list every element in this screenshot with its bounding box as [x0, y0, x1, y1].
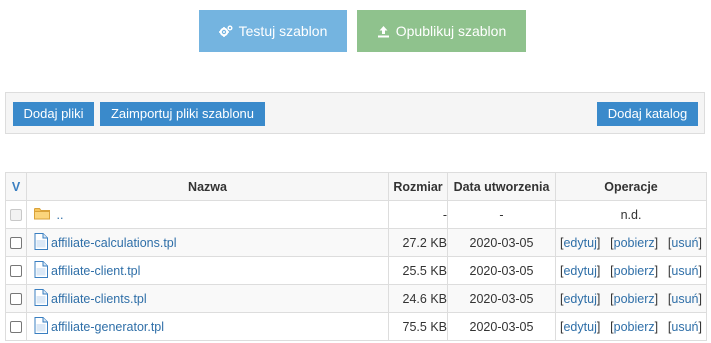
column-header-operations: Operacje	[555, 172, 707, 201]
size-cell: -	[388, 200, 448, 229]
row-checkbox-cell	[5, 312, 27, 341]
size-cell: 27.2 KB	[388, 228, 448, 257]
date-cell: 2020-03-05	[447, 228, 556, 257]
name-cell: ..	[26, 200, 389, 229]
row-checkbox-cell	[5, 256, 27, 285]
download-link[interactable]: pobierz	[614, 320, 655, 334]
row-checkbox[interactable]	[10, 293, 22, 306]
row-checkbox-cell	[5, 228, 27, 257]
file-name-link[interactable]: affiliate-generator.tpl	[51, 320, 164, 334]
file-name-link[interactable]: affiliate-client.tpl	[51, 264, 140, 278]
row-checkbox-cell	[5, 284, 27, 313]
column-header-size[interactable]: Rozmiar	[388, 172, 448, 201]
size-cell: 24.6 KB	[388, 284, 448, 313]
name-cell: affiliate-calculations.tpl	[26, 228, 389, 257]
operations-cell: [edytuj] [pobierz] [usuń]	[555, 284, 707, 313]
delete-link[interactable]: usuń	[671, 320, 698, 334]
table-row: affiliate-generator.tpl 75.5 KB 2020-03-05…	[5, 312, 707, 341]
delete-link[interactable]: usuń	[671, 236, 698, 250]
name-cell: affiliate-client.tpl	[26, 256, 389, 285]
gears-icon	[218, 25, 233, 38]
download-link[interactable]: pobierz	[614, 292, 655, 306]
edit-link[interactable]: edytuj	[563, 320, 596, 334]
name-cell: affiliate-clients.tpl	[26, 284, 389, 313]
size-cell: 75.5 KB	[388, 312, 448, 341]
file-table: V Nazwa Rozmiar Data utworzenia Operacje…	[5, 172, 707, 341]
row-checkbox	[10, 209, 22, 222]
date-cell: 2020-03-05	[447, 284, 556, 313]
file-icon	[34, 232, 48, 253]
table-header-row: V Nazwa Rozmiar Data utworzenia Operacje	[5, 172, 707, 201]
date-cell: 2020-03-05	[447, 256, 556, 285]
row-checkbox[interactable]	[10, 265, 22, 278]
file-icon	[34, 316, 48, 337]
operations-cell: [edytuj] [pobierz] [usuń]	[555, 228, 707, 257]
row-checkbox[interactable]	[10, 237, 22, 250]
file-name-link[interactable]: affiliate-clients.tpl	[51, 292, 147, 306]
delete-link[interactable]: usuń	[671, 264, 698, 278]
folder-icon	[34, 207, 50, 223]
file-icon	[34, 288, 48, 309]
test-template-label: Testuj szablon	[238, 23, 328, 39]
import-template-files-button[interactable]: Zaimportuj pliki szablonu	[100, 102, 265, 126]
column-header-date[interactable]: Data utworzenia	[447, 172, 556, 201]
parent-directory-link[interactable]: ..	[56, 208, 63, 222]
add-directory-button[interactable]: Dodaj katalog	[597, 102, 698, 126]
edit-link[interactable]: edytuj	[563, 236, 596, 250]
test-template-button[interactable]: Testuj szablon	[199, 10, 347, 52]
publish-template-button[interactable]: Opublikuj szablon	[357, 10, 526, 52]
operations-cell: [edytuj] [pobierz] [usuń]	[555, 256, 707, 285]
name-cell: affiliate-generator.tpl	[26, 312, 389, 341]
delete-link[interactable]: usuń	[671, 292, 698, 306]
download-link[interactable]: pobierz	[614, 236, 655, 250]
edit-link[interactable]: edytuj	[563, 264, 596, 278]
table-row: affiliate-calculations.tpl 27.2 KB 2020-03…	[5, 228, 707, 257]
add-files-button[interactable]: Dodaj pliki	[13, 102, 94, 126]
row-checkbox-cell	[5, 200, 27, 229]
publish-template-label: Opublikuj szablon	[395, 23, 507, 39]
table-row-parent: .. - - n.d.	[5, 200, 707, 229]
table-row: affiliate-client.tpl 25.5 KB 2020-03-05 [ed…	[5, 256, 707, 285]
column-header-name[interactable]: Nazwa	[26, 172, 389, 201]
download-link[interactable]: pobierz	[614, 264, 655, 278]
row-checkbox[interactable]	[10, 321, 22, 334]
size-cell: 25.5 KB	[388, 256, 448, 285]
date-cell: -	[447, 200, 556, 229]
file-icon	[34, 260, 48, 281]
table-row: affiliate-clients.tpl 24.6 KB 2020-03-05 [e…	[5, 284, 707, 313]
file-name-link[interactable]: affiliate-calculations.tpl	[51, 236, 177, 250]
operations-cell: [edytuj] [pobierz] [usuń]	[555, 312, 707, 341]
date-cell: 2020-03-05	[447, 312, 556, 341]
file-toolbar: Dodaj pliki Zaimportuj pliki szablonu Do…	[5, 92, 705, 134]
operations-cell: n.d.	[555, 200, 707, 229]
edit-link[interactable]: edytuj	[563, 292, 596, 306]
select-all-toggle[interactable]: V	[5, 172, 27, 201]
upload-icon	[377, 25, 390, 38]
